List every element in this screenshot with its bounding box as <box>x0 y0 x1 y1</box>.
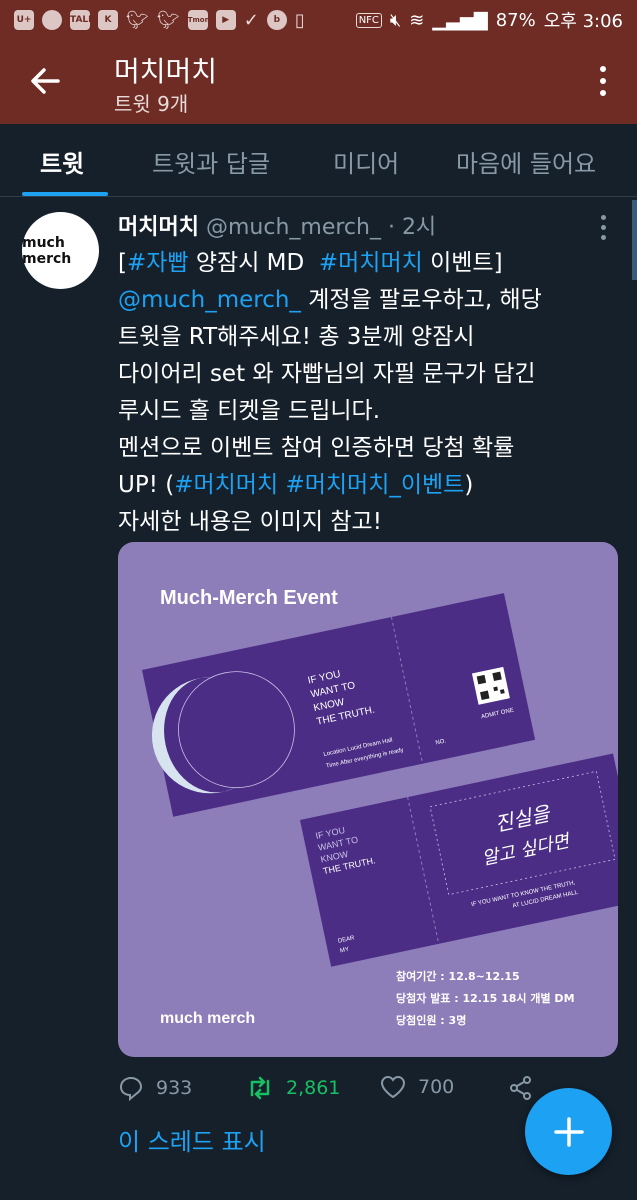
uplus-icon: U+ <box>14 10 34 30</box>
hashtag-link[interactable]: #머치머치 <box>174 472 278 498</box>
avatar[interactable]: much merch <box>22 212 99 289</box>
retweet-icon <box>250 1076 270 1100</box>
share-button[interactable] <box>508 1075 534 1101</box>
ticket-back: IF YOU WANT TO KNOW THE TRUTH. DEAR MY 진… <box>300 753 618 967</box>
text-segment: 이벤트] <box>422 250 503 276</box>
clock: 오후 3:06 <box>543 11 623 32</box>
like-count: 700 <box>418 1076 455 1098</box>
battery-level: 87% <box>495 9 536 31</box>
tweet-header: 머치머치 @much_merch_ · 2시 <box>118 209 436 241</box>
b-app-icon: b <box>266 10 287 30</box>
tmoney-icon: Tmoney <box>187 10 219 30</box>
back-arrow-icon[interactable] <box>28 64 62 98</box>
check-icon: ✓ <box>243 9 259 31</box>
hashtag-link[interactable]: #자빱 <box>127 250 189 276</box>
event-period: 참여기간 : 12.8~12.15 <box>396 969 520 983</box>
signal-icon: ▁▃▅▇ <box>432 9 488 31</box>
like-button[interactable]: 700 <box>380 1075 454 1099</box>
winner-count: 당첨인원 : 3명 <box>396 1013 466 1027</box>
status-bar: U+ TALK K 🐦︎ 🐦︎ Tmoney ▶ ✓ b ▯ NFC 🔇︎ ≋ … <box>0 0 637 40</box>
active-tab-indicator <box>22 192 108 196</box>
show-thread-link[interactable]: 이 스레드 표시 <box>118 1122 266 1157</box>
twitter-icon: 🐦︎ <box>156 9 180 31</box>
tab-likes[interactable]: 마음에 들어요 <box>456 144 596 179</box>
plus-icon <box>553 1116 584 1147</box>
mute-icon: 🔇︎ <box>389 9 402 31</box>
text-segment: 계정을 팔로우하고, 해당 <box>300 287 542 313</box>
retweet-button[interactable]: 2,861 <box>246 1075 340 1101</box>
tweet-time: · 2시 <box>387 215 437 240</box>
author-name[interactable]: 머치머치 <box>118 215 199 240</box>
text-segment: [ <box>118 250 127 276</box>
winner-announcement: 당첨자 발표 : 12.15 18시 개별 DM <box>396 991 575 1005</box>
tweet-text: [#자빱 양잠시 MD #머치머치 이벤트] @much_merch_ 계정을 … <box>118 245 618 541</box>
tab-tweets[interactable]: 트윗 <box>40 144 84 179</box>
poster-heading: Much-Merch Event <box>160 587 338 609</box>
youtube-icon: ▶ <box>215 10 236 30</box>
qr-code-icon <box>471 666 510 705</box>
text-segment: UP! ( <box>118 472 175 498</box>
compose-tweet-button[interactable] <box>525 1088 612 1175</box>
profile-tabs: 트윗 트윗과 답글 미디어 마음에 들어요 <box>0 124 637 197</box>
retweet-count: 2,861 <box>286 1077 341 1099</box>
tweet-media-image[interactable]: Much-Merch Event IF YOU WANT TO KNOW THE… <box>118 542 618 1057</box>
author-handle[interactable]: @much_merch_ <box>206 215 381 240</box>
avatar-text: much merch <box>22 234 72 267</box>
notification-icons: U+ TALK K 🐦︎ 🐦︎ Tmoney ▶ ✓ b ▯ <box>14 10 305 31</box>
profile-title: 머치머치 <box>114 55 218 88</box>
text-line: 다이어리 set 와 자빱님의 자필 문구가 담긴 <box>118 361 536 387</box>
heart-icon <box>380 1075 406 1099</box>
text-line: 멘션으로 이벤트 참여 인증하면 당첨 확률 <box>118 435 515 461</box>
reply-button[interactable]: 933 <box>118 1075 192 1101</box>
tab-media[interactable]: 미디어 <box>333 144 399 179</box>
twitter-icon: 🐦︎ <box>126 9 149 31</box>
text-segment: 양잠시 MD <box>188 250 319 276</box>
tweet-count: 트윗 9개 <box>114 92 189 116</box>
text-line: 루시드 홀 티켓을 드립니다. <box>118 398 381 424</box>
nfc-icon: NFC <box>355 12 382 28</box>
text-line: 트윗을 RT해주세요! 총 3분께 양잠시 <box>118 324 475 350</box>
wifi-icon: ≋ <box>409 9 425 31</box>
k-app-icon: K <box>98 10 118 30</box>
circle-app-icon <box>42 10 62 30</box>
share-icon <box>510 1076 531 1100</box>
battery-saver-icon: ▯ <box>294 9 305 31</box>
tab-tweets-and-replies[interactable]: 트윗과 답글 <box>152 144 270 179</box>
system-status: NFC 🔇︎ ≋ ▁▃▅▇ 87% 오후 3:06 <box>355 7 623 33</box>
mention-link[interactable]: @much_merch_ <box>118 287 301 313</box>
tweet-more-icon[interactable] <box>601 215 607 245</box>
more-options-icon[interactable] <box>599 66 607 100</box>
event-poster: Much-Merch Event IF YOU WANT TO KNOW THE… <box>142 587 618 1027</box>
brand-logo: much merch <box>160 1010 255 1027</box>
text-segment: ) <box>464 472 474 498</box>
kakaotalk-icon: TALK <box>70 10 95 30</box>
app-bar: 머치머치 트윗 9개 <box>0 40 637 124</box>
scrollbar[interactable] <box>632 200 637 280</box>
text-line: 자세한 내용은 이미지 참고! <box>118 509 382 535</box>
reply-count: 933 <box>156 1077 193 1099</box>
reply-icon <box>119 1076 143 1101</box>
hashtag-link[interactable]: #머치머치_이벤트 <box>285 472 464 498</box>
hashtag-link[interactable]: #머치머치 <box>319 250 423 276</box>
